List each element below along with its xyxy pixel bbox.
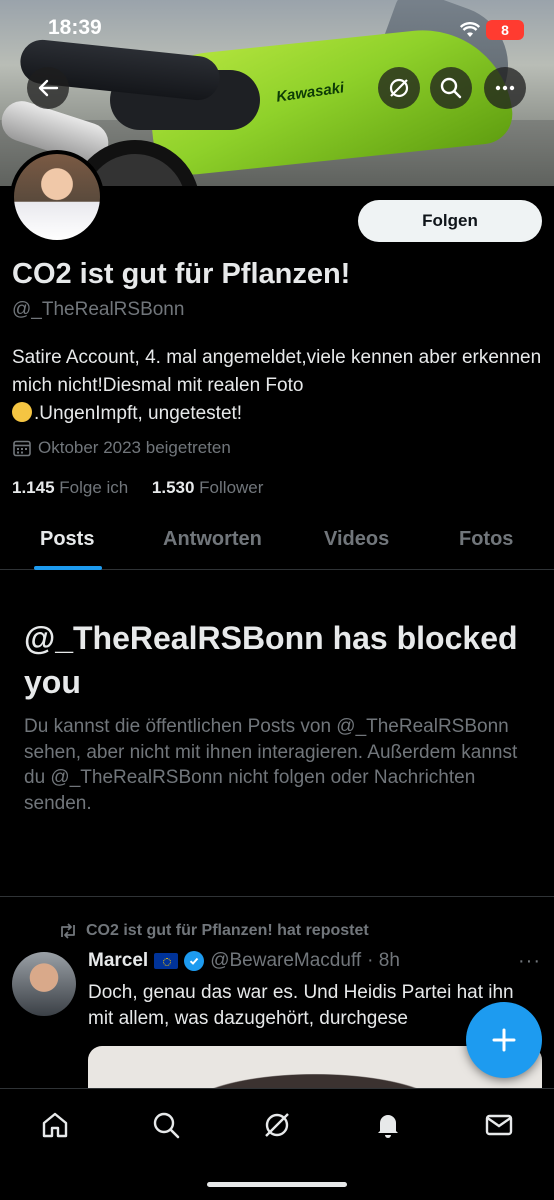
profile-handle: @_TheRealRSBonn — [12, 299, 185, 320]
grok-icon — [389, 78, 409, 98]
mail-icon — [485, 1114, 513, 1136]
grok-icon — [265, 1113, 289, 1137]
more-options-button[interactable] — [484, 67, 526, 109]
arrow-left-icon — [38, 79, 59, 97]
tweet-header: Marcel @BewareMacduff · 8h — [88, 950, 400, 972]
tab-photos[interactable]: Fotos — [459, 528, 513, 551]
joined-text: Oktober 2023 beigetreten — [38, 438, 231, 457]
tweet-author-name[interactable]: Marcel — [88, 950, 148, 972]
repost-icon — [61, 923, 75, 939]
calendar-icon — [13, 440, 31, 457]
tab-replies[interactable]: Antworten — [163, 528, 262, 551]
grok-button[interactable] — [378, 67, 420, 109]
following-link[interactable]: 1.145 Folge ich — [12, 478, 128, 497]
divider — [0, 896, 554, 897]
search-button[interactable] — [430, 67, 472, 109]
home-indicator — [207, 1182, 347, 1187]
search-icon — [440, 77, 462, 99]
plus-icon — [492, 1028, 516, 1052]
nav-messages[interactable] — [479, 1105, 519, 1145]
display-name: CO2 ist gut für Pflanzen! — [12, 258, 351, 290]
tab-posts[interactable]: Posts — [40, 528, 94, 551]
home-icon — [42, 1112, 68, 1138]
eu-flag-icon — [154, 953, 179, 969]
wifi-icon — [460, 22, 480, 37]
search-icon — [153, 1112, 180, 1139]
bio-line-2: .UngenImpft, ungetestet! — [34, 403, 243, 424]
profile-tabs: Posts Antworten Videos Fotos — [0, 512, 554, 570]
battery-indicator: 8 — [486, 20, 524, 40]
winking-face-emoji-icon — [12, 402, 32, 422]
verified-badge-icon — [184, 951, 205, 971]
followers-label: Follower — [199, 478, 264, 497]
followers-count: 1.530 — [151, 478, 195, 497]
joined-date: Oktober 2023 beigetreten — [12, 438, 231, 458]
compose-button[interactable] — [466, 1002, 542, 1078]
profile-avatar[interactable] — [10, 150, 104, 244]
tab-videos[interactable]: Videos — [324, 528, 389, 551]
active-tab-indicator — [34, 566, 102, 570]
tweet-author-avatar[interactable] — [12, 952, 76, 1016]
bio-line-1: Satire Account, 4. mal angemeldet,viele … — [12, 347, 542, 396]
following-count: 1.145 — [12, 478, 55, 497]
nav-search[interactable] — [146, 1105, 186, 1145]
following-label: Folge ich — [59, 478, 129, 497]
tweet-author-handle[interactable]: @BewareMacduff — [210, 950, 361, 972]
nav-home[interactable] — [35, 1105, 75, 1145]
bell-icon — [378, 1115, 398, 1138]
status-bar: 18:39 8 — [0, 14, 554, 48]
status-time: 18:39 — [48, 16, 102, 39]
blocked-title: @_TheRealRSBonn has blocked you — [24, 620, 518, 700]
nav-notifications[interactable] — [368, 1105, 408, 1145]
blocked-description: Du kannst die öffentlichen Posts von @_T… — [24, 716, 518, 814]
back-button[interactable] — [27, 67, 69, 109]
profile-bio: Satire Account, 4. mal angemeldet,viele … — [12, 344, 542, 428]
followers-link[interactable]: 1.530 Follower — [152, 478, 264, 497]
repost-label: CO2 ist gut für Pflanzen! hat repostet — [86, 922, 369, 939]
tweet-more-button[interactable]: ··· — [518, 950, 541, 973]
more-horizontal-icon — [495, 85, 515, 91]
follow-button[interactable]: Folgen — [358, 200, 542, 242]
tweet-time: · 8h — [367, 950, 400, 971]
follow-stats: 1.145 Folge ich 1.530 Follower — [12, 478, 263, 498]
repost-indicator[interactable]: CO2 ist gut für Pflanzen! hat repostet — [58, 922, 369, 940]
nav-grok[interactable] — [257, 1105, 297, 1145]
